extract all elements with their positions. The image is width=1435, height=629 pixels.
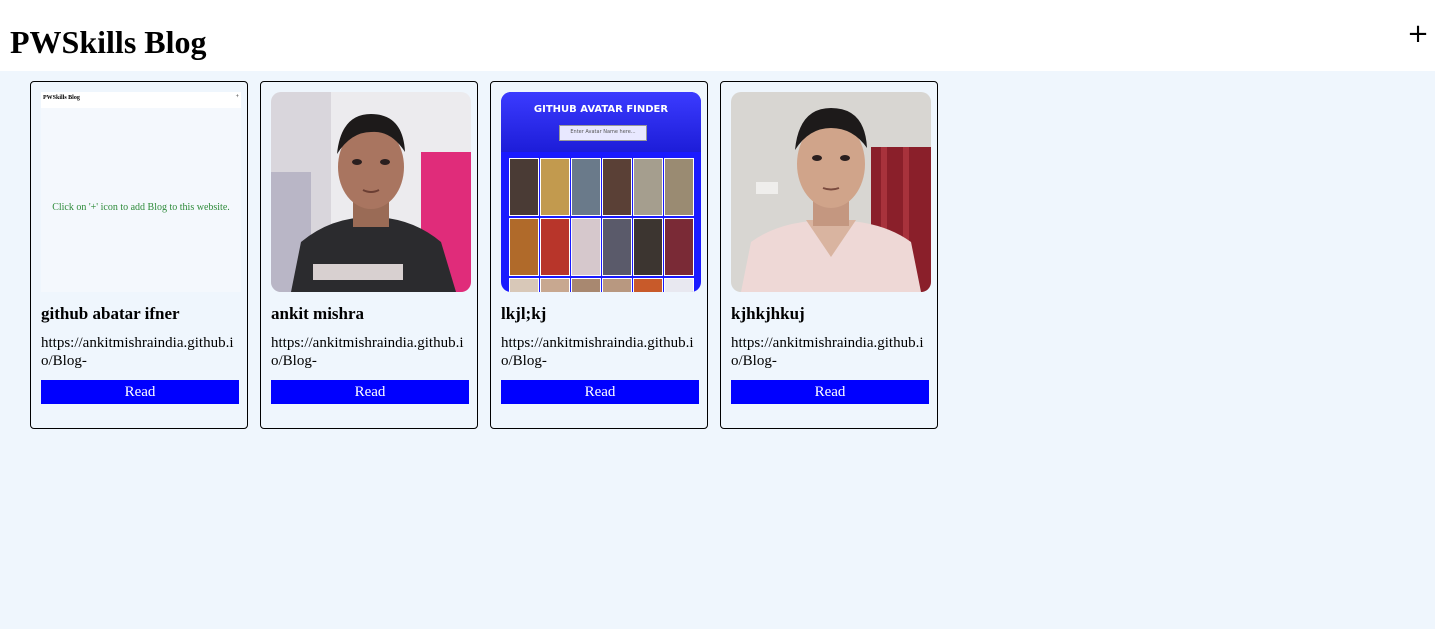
blog-card: PWSkills Blog + Click on '+' icon to add… <box>30 81 248 429</box>
blog-card-url: https://ankitmishraindia.github.io/Blog- <box>271 335 464 369</box>
blog-card: kjhkjhkuj https://ankitmishraindia.githu… <box>720 81 938 429</box>
avatar-tile <box>602 158 632 216</box>
avatar-tile <box>509 218 539 276</box>
read-button[interactable]: Read <box>731 380 929 404</box>
blog-thumbnail: PWSkills Blog + Click on '+' icon to add… <box>41 92 241 292</box>
thumbnail-site-body: Click on '+' icon to add Blog to this we… <box>41 108 241 292</box>
avatar-tile <box>509 278 539 292</box>
blog-card-title: lkjl;kj <box>501 304 547 323</box>
thumbnail-site-title: PWSkills Blog <box>43 95 80 101</box>
avatar-tile <box>540 218 570 276</box>
thumbnail-app-header: GITHUB AVATAR FINDER Enter Avatar Name h… <box>501 92 701 152</box>
avatar-tile <box>633 218 663 276</box>
avatar-tile <box>602 278 632 292</box>
avatar-tile <box>602 218 632 276</box>
avatar-tile <box>540 278 570 292</box>
blog-thumbnail <box>731 92 931 292</box>
avatar-tile <box>540 158 570 216</box>
blog-card-url: https://ankitmishraindia.github.io/Blog- <box>731 335 924 369</box>
header: PWSkills Blog + <box>0 0 1435 71</box>
blog-card-url: https://ankitmishraindia.github.io/Blog- <box>41 335 234 369</box>
avatar-tile <box>571 158 601 216</box>
thumbnail-plus-icon: + <box>235 94 239 100</box>
blog-card-title: ankit mishra <box>271 304 365 323</box>
add-blog-button[interactable]: + <box>1406 20 1430 48</box>
read-button[interactable]: Read <box>41 380 239 404</box>
blog-thumbnail <box>271 92 471 292</box>
person-photo <box>731 92 931 292</box>
thumbnail-search-box: Enter Avatar Name here... <box>559 125 647 141</box>
avatar-tile <box>571 278 601 292</box>
avatar-tile <box>664 218 694 276</box>
blog-card: GITHUB AVATAR FINDER Enter Avatar Name h… <box>490 81 708 429</box>
person-photo <box>271 92 471 292</box>
avatar-tile <box>633 158 663 216</box>
avatar-tile <box>509 158 539 216</box>
thumbnail-app-title: GITHUB AVATAR FINDER <box>533 104 669 115</box>
blog-card: ankit mishra https://ankitmishraindia.gi… <box>260 81 478 429</box>
thumbnail-site-header: PWSkills Blog + <box>41 92 241 109</box>
avatar-tile <box>571 218 601 276</box>
blog-card-title: kjhkjhkuj <box>731 304 805 323</box>
blog-card-title: github abatar ifner <box>41 304 180 323</box>
page-title: PWSkills Blog <box>10 24 207 60</box>
read-button[interactable]: Read <box>271 380 469 404</box>
avatar-tile <box>664 158 694 216</box>
thumbnail-empty-message: Click on '+' icon to add Blog to this we… <box>52 202 230 213</box>
read-button[interactable]: Read <box>501 380 699 404</box>
avatar-tile <box>664 278 694 292</box>
avatar-tile <box>633 278 663 292</box>
blog-card-url: https://ankitmishraindia.github.io/Blog- <box>501 335 694 369</box>
blog-thumbnail: GITHUB AVATAR FINDER Enter Avatar Name h… <box>501 92 701 292</box>
thumbnail-search-placeholder: Enter Avatar Name here... <box>570 129 636 135</box>
